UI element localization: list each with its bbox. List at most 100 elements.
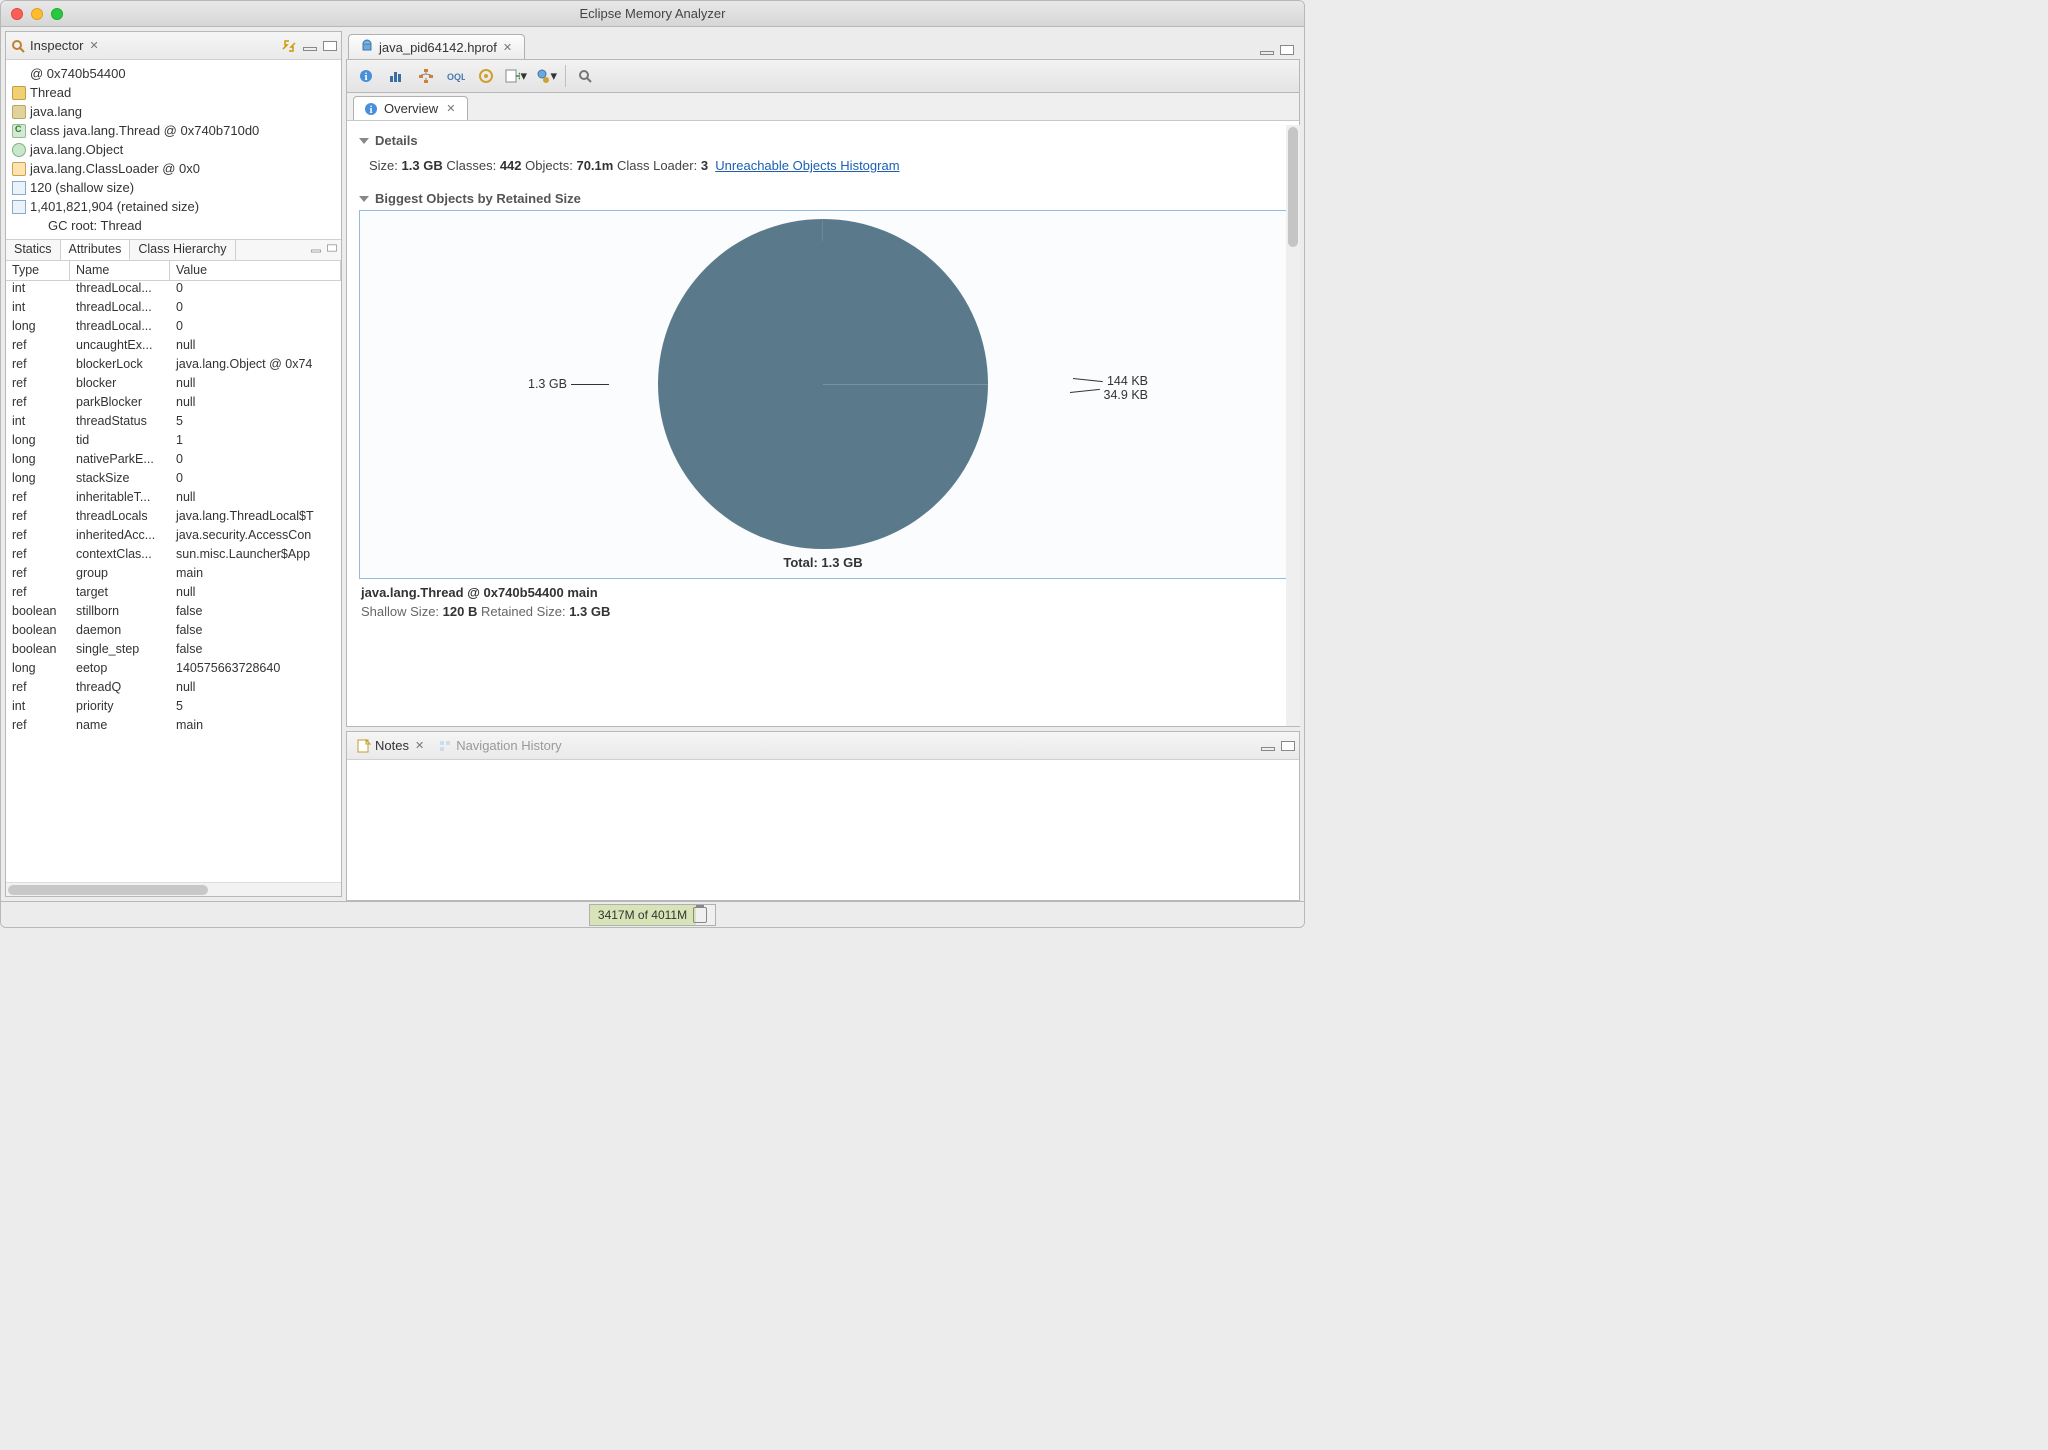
attribute-row[interactable]: intthreadLocal...0: [6, 300, 341, 319]
biggest-section-header[interactable]: Biggest Objects by Retained Size: [359, 187, 1287, 210]
minimize-tab-icon[interactable]: [311, 250, 321, 253]
inspector-row[interactable]: Thread: [12, 83, 335, 102]
attr-value: 0: [170, 471, 341, 490]
maximize-tab-icon[interactable]: [327, 245, 337, 252]
nav-history-label: Navigation History: [456, 738, 562, 753]
column-name[interactable]: Name: [70, 261, 170, 280]
inspector-row[interactable]: 120 (shallow size): [12, 178, 335, 197]
vertical-scrollbar[interactable]: [1286, 125, 1300, 726]
close-view-icon[interactable]: ✕: [87, 39, 100, 52]
search-icon[interactable]: [574, 65, 596, 87]
attr-name: blockerLock: [70, 357, 170, 376]
attribute-row[interactable]: longnativeParkE...0: [6, 452, 341, 471]
attribute-row[interactable]: refinheritedAcc...java.security.AccessCo…: [6, 528, 341, 547]
minimize-view-icon[interactable]: [303, 47, 317, 51]
attr-name: threadLocal...: [70, 281, 170, 300]
attr-value: 0: [170, 452, 341, 471]
inspector-row[interactable]: class java.lang.Thread @ 0x740b710d0: [12, 121, 335, 140]
inspector-tab-class-hierarchy[interactable]: Class Hierarchy: [130, 240, 235, 260]
twisty-down-icon: [359, 138, 369, 144]
attr-name: stackSize: [70, 471, 170, 490]
maximize-view-icon[interactable]: [323, 41, 337, 51]
attribute-row[interactable]: intthreadLocal...0: [6, 281, 341, 300]
inspector-row[interactable]: @ 0x740b54400: [12, 64, 335, 83]
overview-toolbar-icon[interactable]: i: [355, 65, 377, 87]
overview-tab[interactable]: i Overview ✕: [353, 96, 468, 120]
attr-name: nativeParkE...: [70, 452, 170, 471]
attribute-row[interactable]: refinheritableT...null: [6, 490, 341, 509]
horizontal-scrollbar[interactable]: [6, 882, 341, 896]
inspector-row[interactable]: GC root: Thread: [12, 216, 335, 235]
inspector-row[interactable]: java.lang.ClassLoader @ 0x0: [12, 159, 335, 178]
attribute-row[interactable]: reftargetnull: [6, 585, 341, 604]
inspector-row[interactable]: java.lang.Object: [12, 140, 335, 159]
attr-value: null: [170, 680, 341, 699]
pie-chart[interactable]: 1.3 GB 144 KB 34.9 KB Total: 1.3 GB: [359, 210, 1287, 579]
run-report-icon[interactable]: ▾: [505, 65, 527, 87]
attribute-row[interactable]: booleansingle_stepfalse: [6, 642, 341, 661]
heap-status-text: 3417M of 4011M: [598, 908, 687, 922]
attribute-row[interactable]: refgroupmain: [6, 566, 341, 585]
nav-history-tab[interactable]: Navigation History: [432, 736, 568, 755]
inspector-tab-attributes[interactable]: Attributes: [61, 240, 131, 260]
attribute-row[interactable]: refparkBlockernull: [6, 395, 341, 414]
inspector-row-text: java.lang.Object: [30, 142, 123, 157]
oql-icon[interactable]: OQL: [445, 65, 467, 87]
inspector-row[interactable]: java.lang: [12, 102, 335, 121]
minimize-editor-icon[interactable]: [1260, 51, 1274, 55]
obj-icon: [12, 143, 26, 157]
minimize-notes-icon[interactable]: [1261, 747, 1275, 751]
editor-toolbar: i OQL ▾ ▾: [346, 59, 1300, 93]
unreachable-link[interactable]: Unreachable Objects Histogram: [715, 158, 899, 173]
attribute-row[interactable]: longeetop140575663728640: [6, 661, 341, 680]
attr-name: threadLocal...: [70, 300, 170, 319]
maximize-editor-icon[interactable]: [1280, 45, 1294, 55]
heap-status[interactable]: 3417M of 4011M: [589, 904, 716, 926]
dominator-tree-icon[interactable]: [415, 65, 437, 87]
attr-value: false: [170, 604, 341, 623]
thread-overview-icon[interactable]: [475, 65, 497, 87]
attribute-row[interactable]: refcontextClas...sun.misc.Launcher$App: [6, 547, 341, 566]
arrow-icon: [12, 200, 26, 214]
pie-label-main: 1.3 GB: [528, 377, 609, 391]
attribute-row[interactable]: refthreadLocalsjava.lang.ThreadLocal$T: [6, 509, 341, 528]
overview-tab-label: Overview: [384, 101, 438, 116]
attribute-row[interactable]: refthreadQnull: [6, 680, 341, 699]
attr-type: ref: [6, 585, 70, 604]
attribute-row[interactable]: longtid1: [6, 433, 341, 452]
attribute-row[interactable]: refuncaughtEx...null: [6, 338, 341, 357]
histogram-icon[interactable]: [385, 65, 407, 87]
close-editor-icon[interactable]: ✕: [501, 41, 514, 54]
inspector-row[interactable]: 1,401,821,904 (retained size): [12, 197, 335, 216]
attribute-row[interactable]: booleandaemonfalse: [6, 623, 341, 642]
attr-name: blocker: [70, 376, 170, 395]
attribute-row[interactable]: intpriority5: [6, 699, 341, 718]
attr-name: inheritableT...: [70, 490, 170, 509]
attr-name: threadStatus: [70, 414, 170, 433]
attribute-row[interactable]: refnamemain: [6, 718, 341, 737]
attribute-row[interactable]: refblockernull: [6, 376, 341, 395]
notes-tab[interactable]: Notes ✕: [351, 736, 432, 755]
attribute-row[interactable]: refblockerLockjava.lang.Object @ 0x74: [6, 357, 341, 376]
attribute-row[interactable]: longthreadLocal...0: [6, 319, 341, 338]
editor-tab[interactable]: java_pid64142.hprof ✕: [348, 34, 525, 59]
inspector-row-text: java.lang: [30, 104, 82, 119]
attr-name: priority: [70, 699, 170, 718]
attribute-row[interactable]: booleanstillbornfalse: [6, 604, 341, 623]
inspector-tab-statics[interactable]: Statics: [6, 240, 61, 260]
maximize-notes-icon[interactable]: [1281, 741, 1295, 751]
column-type[interactable]: Type: [6, 261, 70, 280]
attribute-row[interactable]: intthreadStatus5: [6, 414, 341, 433]
link-with-editor-icon[interactable]: [281, 39, 297, 53]
gc-trash-icon[interactable]: [693, 907, 707, 923]
column-value[interactable]: Value: [170, 261, 341, 280]
attr-name: uncaughtEx...: [70, 338, 170, 357]
close-overview-icon[interactable]: ✕: [444, 102, 457, 115]
query-browser-icon[interactable]: ▾: [535, 65, 557, 87]
attr-value: false: [170, 623, 341, 642]
attribute-row[interactable]: longstackSize0: [6, 471, 341, 490]
attr-type: ref: [6, 528, 70, 547]
close-notes-icon[interactable]: ✕: [413, 739, 426, 752]
attr-value: sun.misc.Launcher$App: [170, 547, 341, 566]
details-section-header[interactable]: Details: [359, 129, 1287, 152]
